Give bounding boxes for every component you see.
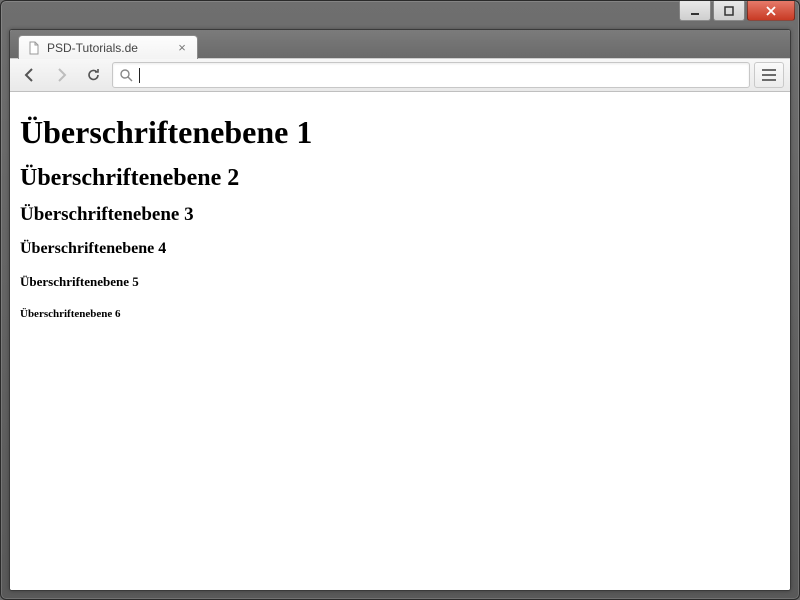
tab-close-button[interactable]: × — [175, 41, 189, 55]
back-button[interactable] — [16, 62, 44, 88]
page-viewport[interactable]: Überschriftenebene 1 Überschriftenebene … — [10, 92, 790, 590]
address-bar[interactable] — [112, 62, 750, 88]
chrome-menu-button[interactable] — [754, 62, 784, 88]
hamburger-icon — [762, 69, 776, 71]
url-input[interactable] — [146, 68, 743, 83]
forward-button[interactable] — [48, 62, 76, 88]
os-window: PSD-Tutorials.de × — [0, 0, 800, 600]
browser-chrome: PSD-Tutorials.de × — [9, 29, 791, 591]
window-controls — [679, 1, 795, 21]
heading-level-4: Überschriftenebene 4 — [20, 240, 780, 258]
reload-button[interactable] — [80, 62, 108, 88]
search-icon — [119, 68, 133, 82]
heading-level-1: Überschriftenebene 1 — [20, 114, 780, 151]
os-titlebar[interactable] — [1, 1, 799, 29]
heading-level-3: Überschriftenebene 3 — [20, 204, 780, 226]
arrow-left-icon — [21, 66, 39, 84]
heading-level-6: Überschriftenebene 6 — [20, 308, 780, 320]
maximize-button[interactable] — [713, 1, 745, 21]
arrow-right-icon — [53, 66, 71, 84]
heading-level-5: Überschriftenebene 5 — [20, 274, 780, 290]
tab-strip[interactable]: PSD-Tutorials.de × — [10, 30, 790, 58]
close-icon — [764, 5, 778, 17]
tab-title: PSD-Tutorials.de — [47, 41, 169, 55]
hamburger-icon — [762, 74, 776, 76]
close-button[interactable] — [747, 1, 795, 21]
minimize-icon — [689, 5, 701, 17]
hamburger-icon — [762, 79, 776, 81]
maximize-icon — [723, 5, 735, 17]
file-icon — [27, 41, 41, 55]
text-caret — [139, 68, 140, 83]
browser-toolbar — [10, 58, 790, 92]
minimize-button[interactable] — [679, 1, 711, 21]
browser-tab[interactable]: PSD-Tutorials.de × — [18, 35, 198, 59]
reload-icon — [86, 67, 102, 83]
heading-level-2: Überschriftenebene 2 — [20, 165, 780, 192]
